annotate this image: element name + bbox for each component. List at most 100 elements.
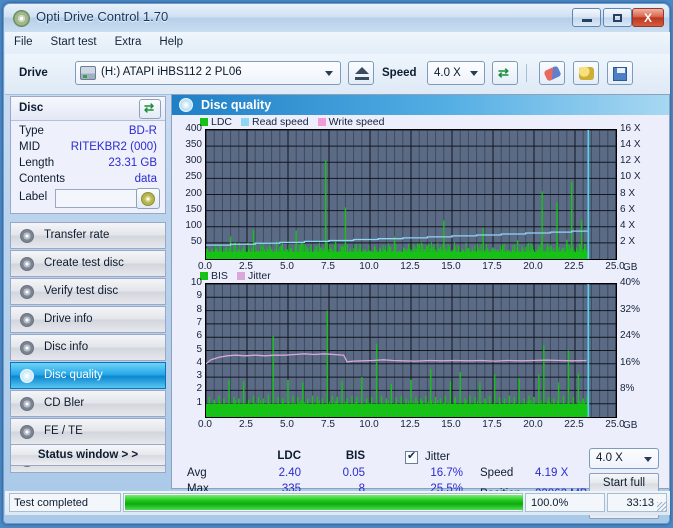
disc-mid-value: RITEKBR2 (000) — [70, 141, 157, 153]
y-tick: 1 — [196, 396, 202, 408]
content-area: Disc ⇄ Type BD-R MID RITEKBR2 (000) Leng… — [5, 94, 670, 519]
disc-length-value: 23.31 GB — [108, 157, 157, 169]
y2-tick: 12 X — [620, 155, 641, 167]
window-title: Opti Drive Control 1.70 — [36, 9, 169, 24]
legend-label-bis: BIS — [211, 270, 228, 282]
y-tick: 4 — [196, 356, 202, 368]
sidebar-item-label: FE / TE — [44, 425, 83, 437]
x-tick: 10.0 — [359, 419, 379, 430]
y-tick: 5 — [196, 343, 202, 355]
y2-tick: 8% — [620, 383, 635, 395]
disc-contents-label: Contents — [19, 173, 66, 185]
disc-icon — [20, 397, 34, 411]
x-tick: 7.5 — [321, 419, 335, 430]
y2-tick: 10 X — [620, 171, 641, 183]
disc-row-mid: MID RITEKBR2 (000) — [11, 141, 165, 157]
menu-item-start-test[interactable]: Start test — [42, 32, 106, 54]
disc-row-length: Length 23.31 GB — [11, 157, 165, 173]
stats-col-bis: BIS — [345, 450, 365, 462]
refresh-button[interactable]: ⇄ — [492, 61, 518, 85]
sidebar-item-transfer-rate[interactable]: Transfer rate — [10, 222, 166, 249]
result-speed-select[interactable]: 4.0 X — [589, 448, 659, 469]
chevron-down-icon — [470, 71, 478, 76]
disc-icon — [141, 192, 155, 206]
erase-button[interactable] — [539, 61, 565, 85]
drive-select[interactable]: (H:) ATAPI iHBS112 2 PL06 — [75, 61, 341, 85]
toolbar: Drive (H:) ATAPI iHBS112 2 PL06 Speed 4.… — [5, 54, 670, 95]
disc-refresh-button[interactable]: ⇄ — [139, 99, 161, 119]
drive-label: Drive — [19, 67, 48, 79]
sidebar: Disc ⇄ Type BD-R MID RITEKBR2 (000) Leng… — [5, 94, 171, 489]
legend-swatch-jitter — [236, 272, 245, 280]
disc-label-button[interactable] — [136, 188, 160, 209]
disc-icon — [20, 257, 34, 271]
result-speed-value: 4.19 X — [535, 467, 569, 479]
eject-button[interactable] — [348, 61, 374, 85]
jitter-checkbox[interactable] — [405, 449, 418, 464]
x-tick: 20.0 — [523, 419, 543, 430]
progress-percent: 100.0% — [531, 497, 569, 509]
sidebar-item-label: Disc info — [44, 341, 89, 353]
y-tick: 250 — [185, 171, 202, 183]
disc-length-label: Length — [19, 157, 55, 169]
menu-item-help[interactable]: Help — [150, 32, 192, 54]
sidebar-item-label: CD Bler — [44, 397, 85, 409]
refresh-icon: ⇄ — [144, 101, 155, 115]
close-button[interactable]: X — [632, 8, 664, 27]
x-axis-unit-bottom: GB — [623, 420, 638, 431]
disc-contents-value: data — [134, 173, 157, 185]
save-button[interactable] — [607, 61, 633, 85]
legend-label-jitter: Jitter — [247, 270, 271, 282]
status-window-button[interactable]: Status window > > — [10, 444, 166, 466]
disc-icon — [20, 285, 34, 299]
sidebar-item-fe-te[interactable]: FE / TE — [10, 418, 166, 445]
speed-select[interactable]: 4.0 X — [427, 61, 485, 85]
disc-row-contents: Contents data — [11, 173, 165, 189]
eraser-icon — [543, 65, 562, 82]
main-panel-header: Disc quality — [172, 95, 669, 115]
tools-button[interactable] — [573, 61, 599, 85]
disc-icon — [20, 425, 34, 439]
chart-disc-quality-ldc: LDC Read speed Write speed 50 100 150 200 250 3… — [172, 116, 669, 276]
stats-avg-ldc: 2.40 — [278, 467, 301, 479]
maximize-button[interactable] — [603, 8, 632, 27]
disc-panel-title: Disc — [19, 102, 44, 114]
y-tick: 400 — [185, 123, 202, 134]
sidebar-item-cd-bler[interactable]: CD Bler — [10, 390, 166, 417]
chevron-down-icon — [325, 71, 333, 76]
resize-grip[interactable] — [657, 502, 667, 512]
title-bar: Opti Drive Control 1.70 X — [4, 4, 669, 32]
speed-select-value: 4.0 X — [434, 67, 461, 79]
app-window: Opti Drive Control 1.70 X File Start tes… — [3, 3, 670, 524]
disc-info-panel: Disc ⇄ Type BD-R MID RITEKBR2 (000) Leng… — [10, 96, 166, 214]
maximize-icon — [604, 9, 631, 26]
eject-icon — [355, 67, 369, 74]
sidebar-item-disc-quality[interactable]: Disc quality — [10, 362, 166, 389]
stats-avg-jitter: 16.7% — [430, 467, 463, 479]
sidebar-item-verify-test-disc[interactable]: Verify test disc — [10, 278, 166, 305]
chevron-down-icon — [644, 457, 652, 462]
sidebar-item-drive-info[interactable]: Drive info — [10, 306, 166, 333]
disc-icon — [20, 369, 34, 383]
refresh-icon: ⇄ — [498, 65, 509, 80]
x-tick: 15.0 — [441, 419, 461, 430]
y-tick: 50 — [190, 235, 202, 247]
minimize-button[interactable] — [572, 8, 601, 27]
x-tick: 12.5 — [400, 419, 420, 430]
disc-label-input[interactable] — [55, 189, 143, 208]
sidebar-item-disc-info[interactable]: Disc info — [10, 334, 166, 361]
menu-item-file[interactable]: File — [5, 32, 42, 54]
eject-icon-bar — [355, 77, 369, 80]
y2-tick: 14 X — [620, 139, 641, 151]
drive-icon — [80, 66, 96, 80]
menu-bar: File Start test Extra Help — [5, 32, 670, 55]
x-tick: 22.5 — [564, 419, 584, 430]
y-tick: 3 — [196, 370, 202, 382]
sidebar-item-label: Create test disc — [44, 257, 124, 269]
status-message: Test completed — [14, 497, 88, 509]
menu-item-extra[interactable]: Extra — [106, 32, 151, 54]
stats-avg-bis: 0.05 — [342, 467, 365, 479]
sidebar-item-create-test-disc[interactable]: Create test disc — [10, 250, 166, 277]
disc-panel-header: Disc ⇄ — [11, 97, 165, 121]
legend-swatch-write-speed — [317, 118, 326, 126]
